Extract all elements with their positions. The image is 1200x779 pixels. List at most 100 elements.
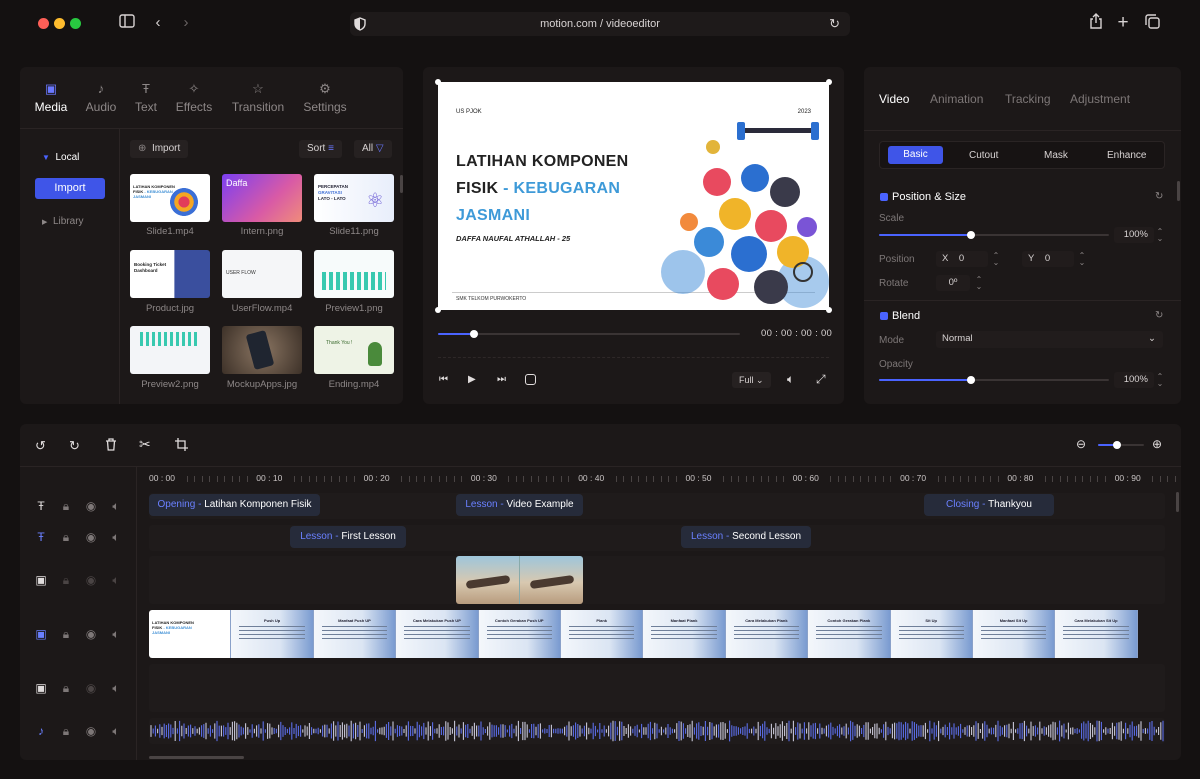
audio-clip[interactable] xyxy=(149,718,1165,744)
tab-effects[interactable]: ✧ Effects xyxy=(171,81,217,114)
lock-icon[interactable]: 🔒︎ xyxy=(59,681,73,696)
scale-slider-knob[interactable] xyxy=(967,231,975,239)
timeline-scrollbar-v[interactable] xyxy=(1176,492,1179,512)
selection-handle[interactable] xyxy=(826,79,832,85)
lock-icon[interactable]: 🔒︎ xyxy=(59,627,73,642)
tab-settings[interactable]: ⚙ Settings xyxy=(299,81,351,114)
reset-icon[interactable]: ↻ xyxy=(1155,310,1163,321)
position-x-input[interactable]: X 0 xyxy=(936,251,988,267)
selection-handle[interactable] xyxy=(435,307,441,313)
media-thumb-slide1[interactable]: LATIHAN KOMPONEN FISIK - KEBUGARAN JASMANI xyxy=(130,174,210,222)
tab-tracking[interactable]: Tracking xyxy=(1005,92,1051,106)
minimize-window-button[interactable] xyxy=(54,18,65,29)
time-ruler[interactable]: 00 : 00 00 : 10 00 : 20 00 : 30 00 : 40 00 : … xyxy=(137,467,1181,489)
scissors-icon[interactable]: ✂ xyxy=(139,436,151,453)
eye-icon[interactable]: ◉ xyxy=(84,499,98,513)
opacity-slider-knob[interactable] xyxy=(967,376,975,384)
url-bar[interactable]: motion.com / videoeditor ↻ xyxy=(350,12,850,36)
tab-transition[interactable]: ☆ Transition xyxy=(229,81,287,114)
preview-canvas[interactable]: US PJOK 2023 LATIHAN KOMPONEN FISIK - KE… xyxy=(438,82,829,310)
loop-icon[interactable] xyxy=(525,374,536,385)
playback-scrubber[interactable] xyxy=(438,333,740,335)
forward-icon[interactable]: › xyxy=(176,13,196,33)
opacity-stepper-icon[interactable]: ⌃ ⌄ xyxy=(1155,373,1165,388)
lock-icon[interactable]: 🔒︎ xyxy=(59,573,73,588)
lock-icon[interactable]: 🔒︎ xyxy=(59,724,73,739)
position-y-stepper-icon[interactable]: ⌃ ⌄ xyxy=(1077,252,1087,267)
media-thumb-intern[interactable]: Daffa xyxy=(222,174,302,222)
slides-clip[interactable]: LATIHAN KOMPONEN FISIK - KEBUGARAN JASMANI… xyxy=(149,610,1165,658)
delete-icon[interactable] xyxy=(105,438,117,456)
eye-icon[interactable]: ◉ xyxy=(84,573,98,587)
new-tab-icon[interactable]: + xyxy=(1113,13,1133,33)
speaker-icon[interactable]: 🔈︎ xyxy=(109,499,123,514)
text-clip[interactable]: Lesson - First Lesson xyxy=(290,526,406,548)
video-clip-pushup[interactable] xyxy=(456,556,583,604)
media-thumb-ending[interactable]: Thank You ! xyxy=(314,326,394,374)
zoom-slider-knob[interactable] xyxy=(1113,441,1121,449)
timeline-scrollbar-h[interactable] xyxy=(149,756,244,759)
sub-tab-mask[interactable]: Mask xyxy=(1044,150,1068,161)
speaker-icon[interactable]: 🔈︎ xyxy=(109,530,123,545)
eye-icon[interactable]: ◉ xyxy=(84,681,98,695)
text-clip[interactable]: Closing - Thankyou xyxy=(924,494,1054,516)
skip-forward-icon[interactable]: ⏭ xyxy=(497,374,506,385)
eye-icon[interactable]: ◉ xyxy=(84,530,98,544)
tab-animation[interactable]: Animation xyxy=(930,92,983,106)
sidebar-item-local[interactable]: ▼ Local xyxy=(42,152,79,163)
sub-tab-basic[interactable]: Basic xyxy=(888,146,943,164)
speaker-icon[interactable]: 🔈︎ xyxy=(109,573,123,588)
blend-checkbox[interactable] xyxy=(880,312,888,320)
media-thumb-mockupapps[interactable] xyxy=(222,326,302,374)
selection-handle[interactable] xyxy=(826,307,832,313)
tab-media[interactable]: ▣ Media xyxy=(30,81,72,114)
scale-input[interactable]: 100% xyxy=(1114,227,1154,243)
skip-back-icon[interactable]: ⏮ xyxy=(439,374,448,385)
speaker-icon[interactable]: 🔈︎ xyxy=(109,681,123,696)
reset-icon[interactable]: ↻ xyxy=(1155,191,1163,202)
zoom-out-icon[interactable]: ⊖ xyxy=(1076,437,1086,451)
eye-icon[interactable]: ◉ xyxy=(84,724,98,738)
sidebar-toggle-icon[interactable] xyxy=(117,14,137,34)
sidebar-item-library[interactable]: ▶ Library xyxy=(42,216,84,227)
undo-icon[interactable]: ↺ xyxy=(35,438,46,454)
position-size-checkbox[interactable] xyxy=(880,193,888,201)
tab-text[interactable]: Ŧ Text xyxy=(126,81,166,114)
text-clip[interactable]: Opening - Latihan Komponen Fisik xyxy=(149,494,320,516)
redo-icon[interactable]: ↻ xyxy=(69,438,80,454)
sort-button[interactable]: Sort ≡ xyxy=(299,140,342,158)
rotate-input[interactable]: 0º xyxy=(936,275,970,291)
play-icon[interactable]: ▶ xyxy=(468,374,476,385)
lock-icon[interactable]: 🔒︎ xyxy=(59,499,73,514)
speaker-icon[interactable]: 🔈︎ xyxy=(109,627,123,642)
tab-video[interactable]: Video xyxy=(879,92,909,106)
eye-icon[interactable]: ◉ xyxy=(84,627,98,641)
tabs-overview-icon[interactable] xyxy=(1142,14,1162,35)
selection-handle[interactable] xyxy=(435,79,441,85)
playback-scrubber-knob[interactable] xyxy=(470,330,479,338)
tab-audio[interactable]: ♪ Audio xyxy=(80,81,122,114)
maximize-window-button[interactable] xyxy=(70,18,81,29)
crop-icon[interactable] xyxy=(175,438,188,456)
sidebar-import-button[interactable]: Import xyxy=(35,178,105,199)
text-clip[interactable]: Lesson - Video Example xyxy=(456,494,583,516)
fullscreen-icon[interactable]: ⤢ xyxy=(816,372,826,387)
tab-adjustment[interactable]: Adjustment xyxy=(1070,92,1130,106)
position-x-stepper-icon[interactable]: ⌃ ⌄ xyxy=(991,252,1001,267)
position-y-input[interactable]: Y 0 xyxy=(1022,251,1074,267)
media-thumb-userflow[interactable]: USER FLOW xyxy=(222,250,302,298)
media-thumb-preview2[interactable] xyxy=(130,326,210,374)
volume-icon[interactable]: 🔈︎ xyxy=(787,372,794,387)
zoom-select[interactable]: Full ⌄ xyxy=(732,372,771,388)
text-clip[interactable]: Lesson - Second Lesson xyxy=(681,526,811,548)
media-thumb-product[interactable]: Booking Ticket Dashboard xyxy=(130,250,210,298)
sub-tab-enhance[interactable]: Enhance xyxy=(1107,150,1146,161)
media-scrollbar[interactable] xyxy=(400,175,403,193)
zoom-in-icon[interactable]: ⊕ xyxy=(1152,437,1162,451)
opacity-input[interactable]: 100% xyxy=(1114,372,1154,388)
speaker-icon[interactable]: 🔈︎ xyxy=(109,724,123,739)
media-thumb-preview1[interactable] xyxy=(314,250,394,298)
share-icon[interactable] xyxy=(1086,13,1106,35)
import-media-button[interactable]: ⊕ Import xyxy=(130,140,189,158)
close-window-button[interactable] xyxy=(38,18,49,29)
